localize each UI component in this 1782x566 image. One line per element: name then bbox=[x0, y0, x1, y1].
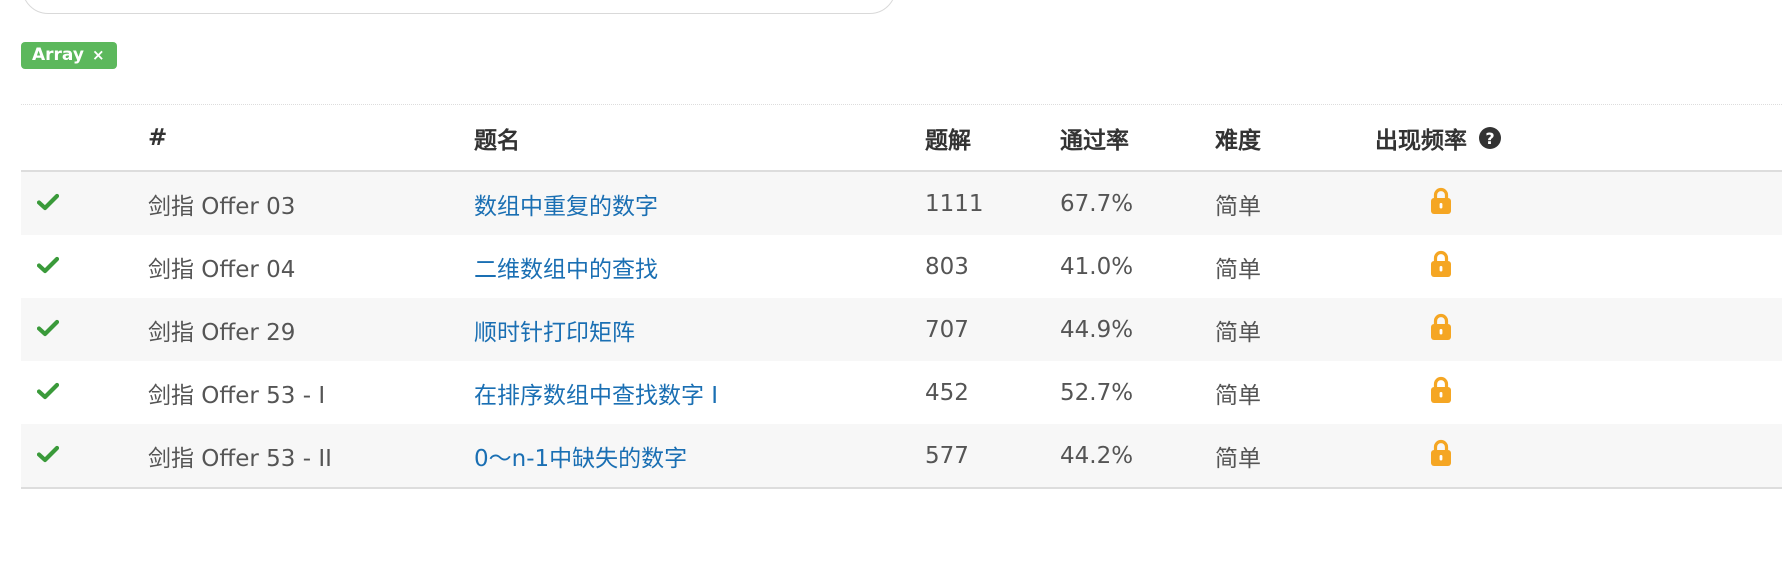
search-input[interactable] bbox=[22, 0, 896, 14]
problem-title-cell: 顺时针打印矩阵 bbox=[474, 298, 925, 361]
header-difficulty[interactable]: 难度 bbox=[1215, 106, 1375, 172]
status-cell bbox=[21, 171, 148, 235]
table-body: 剑指 Offer 03 数组中重复的数字 1111 67.7% 简单 剑指 Offer 0… bbox=[21, 171, 1782, 489]
problem-title-cell: 数组中重复的数字 bbox=[474, 171, 925, 235]
header-acceptance-label: 通过率 bbox=[1060, 128, 1129, 154]
table-row[interactable]: 剑指 Offer 03 数组中重复的数字 1111 67.7% 简单 bbox=[21, 171, 1782, 235]
problem-title-link[interactable]: 二维数组中的查找 bbox=[474, 257, 658, 283]
acceptance-rate: 67.7% bbox=[1060, 171, 1215, 235]
acceptance-rate: 52.7% bbox=[1060, 361, 1215, 424]
difficulty-label: 简单 bbox=[1215, 361, 1375, 424]
status-cell bbox=[21, 424, 148, 489]
header-title-label: 题名 bbox=[474, 128, 520, 154]
solution-count: 1111 bbox=[925, 171, 1060, 235]
close-icon[interactable]: × bbox=[92, 42, 105, 69]
lock-icon[interactable] bbox=[1429, 376, 1453, 410]
frequency-cell bbox=[1375, 298, 1782, 361]
acceptance-rate: 44.9% bbox=[1060, 298, 1215, 361]
solution-count: 707 bbox=[925, 298, 1060, 361]
problem-title-link[interactable]: 在排序数组中查找数字 I bbox=[474, 383, 718, 409]
frequency-cell bbox=[1375, 235, 1782, 298]
status-cell bbox=[21, 361, 148, 424]
question-circle-icon[interactable]: ? bbox=[1479, 127, 1501, 149]
problem-title-cell: 0～n-1中缺失的数字 bbox=[474, 424, 925, 489]
problem-id: 剑指 Offer 03 bbox=[148, 171, 474, 235]
problem-title-cell: 在排序数组中查找数字 I bbox=[474, 361, 925, 424]
table-row[interactable]: 剑指 Offer 04 二维数组中的查找 803 41.0% 简单 bbox=[21, 235, 1782, 298]
tag-filter-array[interactable]: Array × bbox=[21, 42, 117, 69]
check-icon bbox=[36, 191, 60, 217]
problem-title-link[interactable]: 数组中重复的数字 bbox=[474, 194, 658, 220]
header-frequency[interactable]: 出现频率 ? bbox=[1375, 106, 1782, 172]
solution-count: 452 bbox=[925, 361, 1060, 424]
header-title[interactable]: 题名 bbox=[474, 106, 925, 172]
frequency-cell bbox=[1375, 361, 1782, 424]
header-difficulty-label: 难度 bbox=[1215, 128, 1261, 154]
header-solutions[interactable]: 题解 bbox=[925, 106, 1060, 172]
difficulty-label: 简单 bbox=[1215, 171, 1375, 235]
lock-icon[interactable] bbox=[1429, 187, 1453, 221]
frequency-cell bbox=[1375, 424, 1782, 489]
lock-icon[interactable] bbox=[1429, 250, 1453, 284]
header-frequency-label: 出现频率 bbox=[1375, 128, 1467, 154]
problem-table: # 题名 题解 通过率 难度 出现频率 ? 剑指 Offer 03 数组中重复的数… bbox=[21, 106, 1782, 489]
check-icon bbox=[36, 317, 60, 343]
difficulty-label: 简单 bbox=[1215, 424, 1375, 489]
problem-title-link[interactable]: 0～n-1中缺失的数字 bbox=[474, 446, 687, 472]
difficulty-label: 简单 bbox=[1215, 298, 1375, 361]
problem-title-link[interactable]: 顺时针打印矩阵 bbox=[474, 320, 635, 346]
check-icon bbox=[36, 254, 60, 280]
acceptance-rate: 44.2% bbox=[1060, 424, 1215, 489]
header-solutions-label: 题解 bbox=[925, 128, 971, 154]
solution-count: 577 bbox=[925, 424, 1060, 489]
lock-icon[interactable] bbox=[1429, 439, 1453, 473]
solution-count: 803 bbox=[925, 235, 1060, 298]
difficulty-label: 简单 bbox=[1215, 235, 1375, 298]
problem-id: 剑指 Offer 53 - I bbox=[148, 361, 474, 424]
problem-id: 剑指 Offer 04 bbox=[148, 235, 474, 298]
divider bbox=[21, 104, 1782, 105]
status-cell bbox=[21, 298, 148, 361]
header-id-label: # bbox=[148, 125, 168, 151]
table-row[interactable]: 剑指 Offer 53 - II 0～n-1中缺失的数字 577 44.2% 简单 bbox=[21, 424, 1782, 489]
header-acceptance[interactable]: 通过率 bbox=[1060, 106, 1215, 172]
status-cell bbox=[21, 235, 148, 298]
problem-id: 剑指 Offer 29 bbox=[148, 298, 474, 361]
problem-title-cell: 二维数组中的查找 bbox=[474, 235, 925, 298]
check-icon bbox=[36, 380, 60, 406]
problem-id: 剑指 Offer 53 - II bbox=[148, 424, 474, 489]
table-header: # 题名 题解 通过率 难度 出现频率 ? bbox=[21, 106, 1782, 172]
table-row[interactable]: 剑指 Offer 29 顺时针打印矩阵 707 44.9% 简单 bbox=[21, 298, 1782, 361]
table-row[interactable]: 剑指 Offer 53 - I 在排序数组中查找数字 I 452 52.7% 简单 bbox=[21, 361, 1782, 424]
acceptance-rate: 41.0% bbox=[1060, 235, 1215, 298]
lock-icon[interactable] bbox=[1429, 313, 1453, 347]
header-status bbox=[21, 106, 148, 172]
frequency-header-wrap: 出现频率 ? bbox=[1375, 121, 1501, 155]
header-id[interactable]: # bbox=[148, 106, 474, 172]
frequency-cell bbox=[1375, 171, 1782, 235]
check-icon bbox=[36, 443, 60, 469]
header-row: # 题名 题解 通过率 难度 出现频率 ? bbox=[21, 106, 1782, 172]
tag-label: Array bbox=[32, 45, 84, 65]
